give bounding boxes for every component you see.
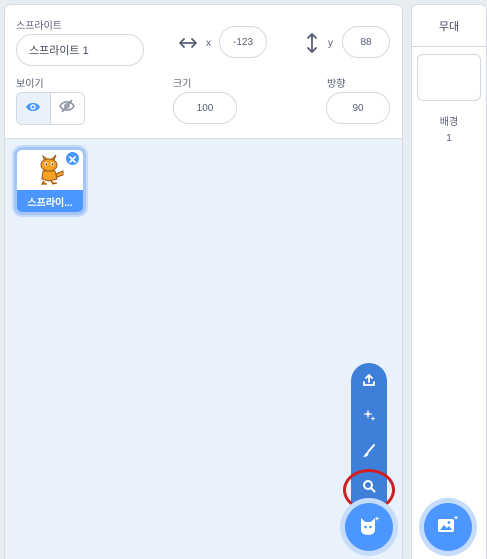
direction-input[interactable]: 90: [326, 92, 390, 124]
backdrop-thumbnail[interactable]: [417, 54, 481, 101]
hide-sprite-button[interactable]: [51, 93, 85, 124]
sprite-selector-pane: 스프라이트 스프라이트 1 x -123 y 88 보이기 크기 100 방향 …: [4, 4, 403, 559]
delete-sprite-button[interactable]: [65, 151, 80, 166]
search-icon: [362, 479, 376, 498]
y-arrows-icon: [306, 33, 318, 58]
x-arrows-icon: [179, 36, 197, 55]
surprise-icon: [362, 408, 376, 427]
sprite-info-panel: 스프라이트 스프라이트 1 x -123 y 88 보이기 크기 100 방향 …: [5, 5, 402, 139]
sprite-name-label: 스프라이트: [16, 21, 62, 32]
size-label: 크기: [173, 79, 192, 90]
show-sprite-button[interactable]: [17, 93, 51, 124]
backdrop-add-icon: [436, 514, 460, 541]
upload-sprite-button[interactable]: [359, 372, 379, 392]
eye-slash-icon: [59, 99, 76, 118]
sprite-add-menu: [351, 363, 387, 513]
eye-icon: [25, 100, 41, 118]
visibility-toggle: [16, 92, 85, 125]
close-icon: [69, 150, 76, 168]
paint-icon: [362, 443, 376, 463]
cat-sprite-icon: [33, 151, 67, 190]
backdrop-label: 배경: [439, 117, 459, 128]
x-position-input[interactable]: -123: [219, 26, 267, 58]
x-label: x: [206, 38, 211, 49]
choose-backdrop-button[interactable]: [424, 503, 472, 551]
sprite-tile-name: 스프라이...: [17, 190, 83, 212]
choose-sprite-button[interactable]: [345, 503, 393, 551]
stage-selector-pane[interactable]: 무대 배경 1: [411, 4, 487, 559]
show-label: 보이기: [16, 79, 44, 90]
size-input[interactable]: 100: [173, 92, 237, 124]
editor-target-pane: 스프라이트 스프라이트 1 x -123 y 88 보이기 크기 100 방향 …: [0, 0, 487, 559]
y-position-input[interactable]: 88: [342, 26, 390, 58]
upload-icon: [362, 373, 376, 392]
sprite-name-input[interactable]: 스프라이트 1: [16, 34, 144, 66]
choose-sprite-search-button[interactable]: [359, 478, 379, 498]
stage-title: 무대: [412, 5, 486, 47]
paint-sprite-button[interactable]: [359, 443, 379, 463]
y-label: y: [328, 38, 333, 49]
cat-icon: [357, 514, 381, 541]
surprise-sprite-button[interactable]: [359, 407, 379, 427]
backdrop-count: 1: [446, 133, 452, 144]
direction-label: 방향: [327, 79, 346, 90]
